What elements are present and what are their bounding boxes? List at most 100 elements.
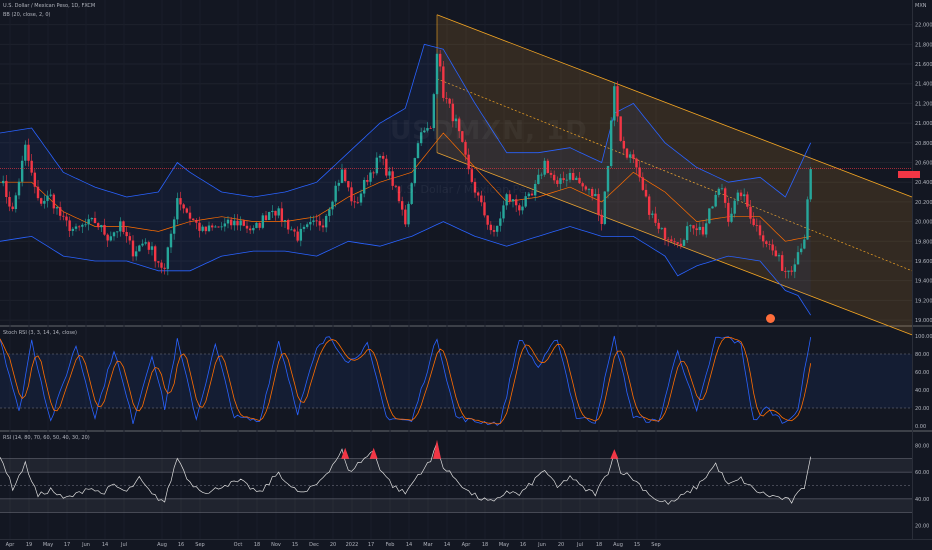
x-tick-label: 16	[178, 542, 184, 548]
x-tick-label: 18	[482, 542, 488, 548]
candle-body	[445, 97, 448, 99]
candle-body	[641, 177, 645, 190]
candle-body	[43, 200, 46, 204]
candle-body	[708, 208, 711, 224]
x-tick-label: Mar	[423, 542, 433, 548]
candle-body	[435, 53, 439, 95]
x-tick-label: 14	[406, 542, 412, 548]
candle-body	[166, 247, 170, 269]
candle-body	[27, 144, 30, 161]
main-y-tick-label: 20.8000	[915, 141, 932, 147]
tradingview-logo-icon[interactable]	[766, 314, 775, 323]
candle-body	[277, 208, 280, 216]
candle-body	[524, 196, 527, 207]
candle-body	[169, 233, 173, 248]
candle-body	[122, 221, 125, 232]
candle-body	[758, 225, 762, 236]
x-tick-label: Sep	[195, 542, 204, 548]
candle-body	[571, 172, 575, 180]
main-y-tick-label: 20.6000	[915, 161, 932, 167]
x-tick-label: 17	[64, 542, 70, 548]
candle-body	[628, 154, 632, 158]
candle-body	[632, 154, 635, 159]
candle-body	[147, 242, 151, 250]
x-tick-label: 17	[368, 542, 374, 548]
candle-body	[568, 172, 572, 180]
candle-body	[191, 218, 195, 220]
candle-body	[87, 219, 90, 225]
candle-body	[480, 195, 483, 203]
candle-body	[549, 172, 553, 175]
x-tick-label: 18	[596, 542, 602, 548]
bollinger-legend[interactable]: BB (20, close, 2, 0)	[3, 12, 51, 19]
candle-body	[543, 160, 546, 175]
candle-body	[217, 226, 220, 228]
candle-body	[581, 183, 584, 187]
candle-body	[128, 236, 132, 241]
candle-body	[283, 220, 287, 222]
x-tick-label: Oct	[234, 542, 243, 548]
main-y-tick-label: 21.0000	[915, 121, 932, 127]
candle-body	[489, 224, 493, 231]
candle-body	[68, 220, 71, 231]
candle-body	[391, 171, 394, 186]
candle-body	[109, 236, 113, 241]
candle-body	[49, 194, 52, 196]
rsi-y-tick-label: 80.00	[915, 443, 929, 449]
candle-body	[404, 209, 407, 225]
stoch-y-tick-label: 60.00	[915, 370, 929, 376]
stoch-y-tick-label: 0.00	[915, 424, 926, 430]
candle-body	[806, 199, 809, 240]
price-chart[interactable]: 22.0000 21.8000 21.6000 21.4000 21.2000 21.00…	[0, 0, 932, 550]
candle-body	[780, 255, 784, 271]
candle-body	[385, 158, 388, 176]
candle-body	[784, 270, 787, 272]
candle-body	[14, 195, 18, 210]
candle-body	[587, 189, 591, 190]
candle-body	[562, 178, 565, 180]
candle-body	[689, 225, 692, 227]
candle-body	[131, 240, 135, 257]
candle-body	[622, 140, 626, 149]
candle-body	[492, 230, 496, 232]
main-y-tick-label: 21.4000	[915, 82, 932, 88]
candle-body	[20, 160, 24, 182]
rsi-legend[interactable]: RSI (14, 80, 70, 60, 50, 40, 30, 20)	[3, 435, 90, 442]
watermark-description: U.S. Dollar / Mexican Peso	[395, 183, 539, 196]
stoch-y-tick-label: 80.00	[915, 352, 929, 358]
candle-body	[8, 196, 11, 207]
candle-body	[229, 219, 233, 226]
candle-body	[96, 223, 100, 228]
candle-body	[381, 155, 385, 159]
candle-body	[71, 228, 75, 231]
symbol-legend[interactable]: U.S. Dollar / Mexican Peso, 1D, FXCM	[3, 3, 95, 10]
candle-body	[717, 188, 721, 195]
candle-body	[746, 194, 749, 207]
candle-body	[106, 234, 109, 241]
candle-body	[413, 158, 417, 184]
candle-body	[733, 200, 736, 214]
candle-body	[195, 219, 198, 223]
candle-body	[369, 172, 372, 182]
currency-label: MXN	[915, 3, 927, 9]
candle-body	[36, 186, 40, 199]
candle-body	[233, 220, 236, 226]
candle-body	[590, 189, 594, 197]
candle-body	[1, 180, 5, 184]
candle-body	[115, 231, 119, 233]
main-y-tick-label: 20.4000	[915, 180, 932, 186]
x-tick-label: Sep	[651, 542, 660, 548]
candle-body	[400, 201, 404, 210]
candle-body	[518, 205, 521, 211]
candle-body	[483, 202, 486, 216]
candle-body	[603, 191, 607, 224]
stoch-y-tick-label: 20.00	[915, 406, 929, 412]
x-tick-label: 18	[254, 542, 260, 548]
stoch-rsi-legend[interactable]: Stoch RSI (3, 3, 14, 14, close)	[3, 330, 77, 337]
candle-body	[499, 218, 502, 226]
x-tick-label: Jul	[120, 542, 127, 548]
candle-body	[220, 226, 223, 228]
x-tick-label: Apr	[6, 542, 16, 548]
candle-body	[248, 228, 252, 231]
candle-body	[616, 86, 619, 117]
